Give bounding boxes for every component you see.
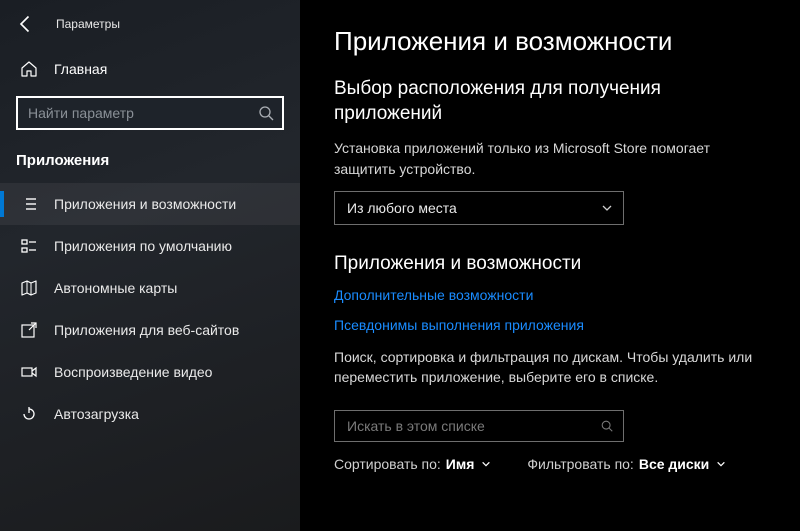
back-button[interactable] bbox=[16, 14, 36, 34]
titlebar: Параметры bbox=[0, 0, 300, 44]
map-icon bbox=[20, 279, 38, 297]
search-icon bbox=[599, 418, 615, 434]
apps-search-box[interactable] bbox=[334, 410, 624, 442]
sort-label: Сортировать по: bbox=[334, 456, 441, 472]
search-input[interactable] bbox=[28, 105, 258, 121]
apps-section-helper: Поиск, сортировка и фильтрация по дискам… bbox=[334, 347, 766, 388]
arrow-left-icon bbox=[16, 14, 36, 34]
sidebar-item-label: Приложения для веб-сайтов bbox=[54, 322, 239, 338]
main-content: Приложения и возможности Выбор расположе… bbox=[300, 0, 800, 531]
sidebar-item-label: Автозагрузка bbox=[54, 406, 139, 422]
defaults-icon bbox=[20, 237, 38, 255]
filter-label: Фильтровать по: bbox=[527, 456, 633, 472]
home-label: Главная bbox=[54, 61, 107, 77]
home-icon bbox=[20, 60, 38, 78]
sort-value: Имя bbox=[446, 456, 475, 472]
open-external-icon bbox=[20, 321, 38, 339]
sidebar-item-website-apps[interactable]: Приложения для веб-сайтов bbox=[0, 309, 300, 351]
page-title: Приложения и возможности bbox=[334, 26, 766, 57]
sidebar-item-startup[interactable]: Автозагрузка bbox=[0, 393, 300, 435]
chevron-down-icon bbox=[481, 459, 491, 469]
app-aliases-link[interactable]: Псевдонимы выполнения приложения bbox=[334, 317, 766, 333]
list-icon bbox=[20, 195, 38, 213]
search-box[interactable] bbox=[16, 96, 284, 130]
sidebar-group-title: Приложения bbox=[0, 142, 300, 183]
apps-section-heading: Приложения и возможности bbox=[334, 253, 766, 275]
home-button[interactable]: Главная bbox=[0, 50, 300, 88]
install-section-helper: Установка приложений только из Microsoft… bbox=[334, 138, 766, 179]
optional-features-link[interactable]: Дополнительные возможности bbox=[334, 287, 766, 303]
startup-icon bbox=[20, 405, 38, 423]
install-section-heading: Выбор расположения для получения приложе… bbox=[334, 77, 766, 126]
sidebar-item-label: Автономные карты bbox=[54, 280, 177, 296]
apps-search-input[interactable] bbox=[347, 418, 599, 434]
chevron-down-icon bbox=[716, 459, 726, 469]
filter-by-dropdown[interactable]: Фильтровать по: Все диски bbox=[527, 456, 726, 472]
sidebar-item-offline-maps[interactable]: Автономные карты bbox=[0, 267, 300, 309]
install-source-dropdown[interactable]: Из любого места bbox=[334, 191, 624, 225]
video-icon bbox=[20, 363, 38, 381]
sidebar: Параметры Главная Приложения Приложен bbox=[0, 0, 300, 531]
chevron-down-icon bbox=[601, 202, 613, 214]
sidebar-item-video-playback[interactable]: Воспроизведение видео bbox=[0, 351, 300, 393]
sort-by-dropdown[interactable]: Сортировать по: Имя bbox=[334, 456, 491, 472]
sidebar-item-label: Приложения по умолчанию bbox=[54, 238, 232, 254]
sidebar-item-label: Приложения и возможности bbox=[54, 196, 236, 212]
dropdown-value: Из любого места bbox=[347, 200, 457, 216]
window-title: Параметры bbox=[56, 17, 120, 31]
sidebar-item-apps-features[interactable]: Приложения и возможности bbox=[0, 183, 300, 225]
filter-value: Все диски bbox=[639, 456, 709, 472]
search-icon bbox=[258, 105, 274, 121]
sidebar-nav: Приложения и возможности Приложения по у… bbox=[0, 183, 300, 435]
sidebar-item-default-apps[interactable]: Приложения по умолчанию bbox=[0, 225, 300, 267]
search-container bbox=[0, 88, 300, 142]
sidebar-item-label: Воспроизведение видео bbox=[54, 364, 212, 380]
sort-filter-row: Сортировать по: Имя Фильтровать по: Все … bbox=[334, 456, 766, 472]
